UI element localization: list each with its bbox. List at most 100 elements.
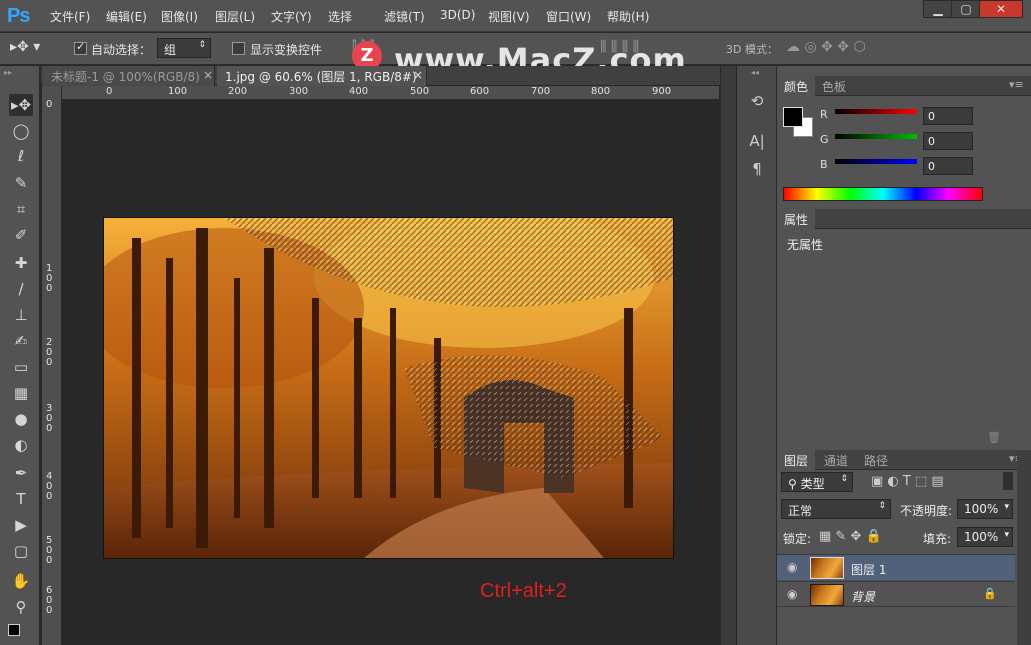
fg-bg-swatch[interactable] <box>8 624 20 636</box>
tab-channels[interactable]: 通道 <box>817 450 855 470</box>
history-brush-tool-icon[interactable]: ✍ <box>9 330 33 352</box>
menu-edit[interactable]: 编辑(E) <box>106 8 147 25</box>
layers-scrollbar[interactable] <box>1017 450 1031 645</box>
ruler-h-label: 0 <box>106 86 113 97</box>
healing-tool-icon[interactable]: ✚ <box>9 252 33 274</box>
rectangle-tool-icon[interactable]: ▢ <box>9 540 33 562</box>
history-panel-icon[interactable]: ⟲ <box>747 92 767 112</box>
type-tool-icon[interactable]: T <box>9 488 33 510</box>
brush-tool-icon[interactable]: ∕ <box>9 278 33 300</box>
document-tabs: 未标题-1 @ 100%(RGB/8) × 1.jpg @ 60.6% (图层 … <box>41 66 720 99</box>
tab-1jpg-close-icon[interactable]: × <box>413 68 423 82</box>
tab-paths[interactable]: 路径 <box>857 450 895 470</box>
foreground-color-swatch[interactable] <box>783 107 803 127</box>
layer-name[interactable]: 背景 <box>851 588 875 605</box>
layer-name[interactable]: 图层 1 <box>851 561 886 578</box>
channel-r-slider[interactable] <box>835 109 917 114</box>
auto-select-label: 自动选择： <box>91 43 152 57</box>
trash-icon[interactable]: 🗑 <box>987 431 1001 444</box>
lock-icon: 🔒 <box>983 587 997 600</box>
ruler-v-label: 4 0 0 <box>46 471 53 502</box>
layer-row-background[interactable]: ◉ 背景 🔒 <box>777 581 1015 607</box>
show-transform-label: 显示变换控件 <box>250 43 323 57</box>
layer-row-1[interactable]: ◉ 图层 1 <box>777 554 1015 580</box>
channel-g-slider[interactable] <box>835 134 917 139</box>
stamp-tool-icon[interactable]: ⊥ <box>9 304 33 326</box>
hand-tool-icon[interactable]: ✋ <box>9 570 33 592</box>
right-panels: 颜色 色板 ▾≡ R 0 G 0 B 0 属性 无属性 🗑 图层 通道 路径 ▾… <box>777 66 1031 645</box>
menu-select[interactable]: 选择 <box>328 8 352 25</box>
paragraph-panel-icon[interactable]: ¶ <box>747 160 767 180</box>
app-logo: Ps <box>7 5 30 27</box>
ruler-h-label: 400 <box>349 86 369 97</box>
quick-select-tool-icon[interactable]: ✎ <box>9 172 33 194</box>
collapse-icon[interactable]: ▸▸ <box>4 68 12 77</box>
channel-r-value[interactable]: 0 <box>923 107 973 125</box>
auto-select-checkbox[interactable]: ✓ <box>74 40 87 55</box>
path-select-tool-icon[interactable]: ▶ <box>9 514 33 536</box>
document-image[interactable] <box>104 218 673 558</box>
crop-tool-icon[interactable]: ⌗ <box>9 198 33 220</box>
menu-window[interactable]: 窗口(W) <box>546 8 591 25</box>
opacity-input[interactable]: 100% ▾ <box>957 499 1013 519</box>
vertical-ruler: 0 1 0 0 2 0 0 3 0 0 4 0 0 5 0 0 6 0 0 <box>42 86 62 645</box>
dodge-tool-icon[interactable]: ◐ <box>9 434 33 456</box>
zoom-tool-icon[interactable]: ⚲ <box>9 596 33 618</box>
channel-b-value[interactable]: 0 <box>923 157 973 175</box>
shortcut-hint: Ctrl+alt+2 <box>480 580 567 602</box>
ruler-v-label: 2 0 0 <box>46 337 53 368</box>
tab-untitled-close-icon[interactable]: × <box>203 68 213 82</box>
dock-collapse-icon[interactable]: ◂◂ <box>751 68 759 77</box>
visibility-eye-icon[interactable]: ◉ <box>787 560 797 574</box>
eyedropper-tool-icon[interactable]: ✐ <box>9 224 33 246</box>
visibility-eye-icon[interactable]: ◉ <box>787 587 797 601</box>
tab-1jpg[interactable]: 1.jpg @ 60.6% (图层 1, RGB/8#) * <box>217 66 427 99</box>
menu-3d[interactable]: 3D(D) <box>440 8 475 22</box>
layer-filter-icons[interactable]: ▣ ◐ T ⬚ ▤ <box>871 474 944 489</box>
close-button[interactable]: ✕ <box>979 0 1023 18</box>
3d-mode-icons[interactable]: ☁ ◎ ✥ ✥ ⬡ <box>786 39 866 55</box>
move-tool-icon[interactable]: ▸✥ <box>9 94 33 116</box>
lasso-tool-icon[interactable]: ℓ <box>9 145 33 167</box>
ruler-h-label: 100 <box>168 86 188 97</box>
move-tool-icon[interactable]: ▸✥ ▾ <box>10 39 40 55</box>
auto-select-dropdown[interactable]: 组 ⇕ <box>157 38 211 58</box>
menu-layer[interactable]: 图层(L) <box>215 8 255 25</box>
menu-file[interactable]: 文件(F) <box>50 8 90 25</box>
tab-swatches[interactable]: 色板 <box>815 76 853 96</box>
menu-type[interactable]: 文字(Y) <box>271 8 312 25</box>
ruler-h-label: 500 <box>410 86 430 97</box>
pen-tool-icon[interactable]: ✒ <box>9 462 33 484</box>
layer-filter-dropdown[interactable]: ⚲ 类型 ⇕ <box>781 472 853 492</box>
menu-image[interactable]: 图像(I) <box>161 8 198 25</box>
blend-mode-dropdown[interactable]: 正常 ⇕ <box>781 499 891 519</box>
marquee-tool-icon[interactable]: ◯ <box>9 120 33 142</box>
menu-help[interactable]: 帮助(H) <box>607 8 649 25</box>
character-panel-icon[interactable]: A| <box>747 132 767 152</box>
canvas-scrollbar[interactable] <box>720 66 736 645</box>
tab-properties[interactable]: 属性 <box>777 209 816 229</box>
tab-untitled[interactable]: 未标题-1 @ 100%(RGB/8) <box>43 66 215 86</box>
blur-tool-icon[interactable]: ● <box>9 408 33 430</box>
fill-input[interactable]: 100% ▾ <box>957 527 1013 547</box>
tab-layers[interactable]: 图层 <box>777 450 816 470</box>
channel-b-slider[interactable] <box>835 159 917 164</box>
gradient-tool-icon[interactable]: ▦ <box>9 382 33 404</box>
ruler-h-label: 300 <box>289 86 309 97</box>
filter-toggle[interactable] <box>1003 472 1013 490</box>
tab-color[interactable]: 颜色 <box>777 76 816 96</box>
eraser-tool-icon[interactable]: ▭ <box>9 356 33 378</box>
mode-3d-label: 3D 模式： <box>726 43 778 56</box>
menu-filter[interactable]: 滤镜(T) <box>384 8 425 25</box>
show-transform-checkbox[interactable] <box>232 42 245 55</box>
color-spectrum-bar[interactable] <box>783 187 983 201</box>
channel-g-value[interactable]: 0 <box>923 132 973 150</box>
ruler-v-label: 3 0 0 <box>46 403 53 434</box>
panel-menu-icon[interactable]: ▾≡ <box>1009 78 1024 91</box>
channel-g-label: G <box>820 133 829 146</box>
lock-icons[interactable]: ▦ ✎ ✥ 🔒 <box>819 529 882 544</box>
menu-view[interactable]: 视图(V) <box>488 8 530 25</box>
minimize-button[interactable]: ▁ <box>923 0 953 18</box>
ruler-h-label: 600 <box>470 86 490 97</box>
maximize-button[interactable]: ▢ <box>951 0 981 18</box>
